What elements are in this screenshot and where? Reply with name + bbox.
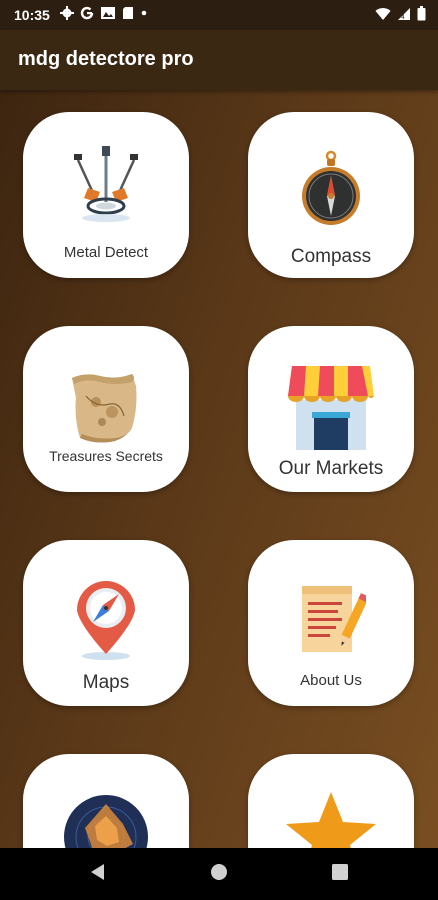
wifi-icon: [375, 7, 391, 26]
tile-about-us[interactable]: About Us: [248, 540, 414, 706]
tile-label: Maps: [82, 672, 130, 693]
tile-label: Our Markets: [278, 458, 384, 479]
google-icon: [80, 6, 94, 25]
gallery-icon: [100, 6, 116, 25]
tile-compass[interactable]: Compass: [248, 112, 414, 278]
status-icons: [59, 5, 148, 25]
status-time: 10:35: [14, 7, 50, 23]
notification-dot-icon: [140, 6, 148, 25]
system-navigation-bar: [0, 848, 438, 900]
tile-label: About Us: [300, 672, 362, 689]
status-bar: 10:35 4: [0, 0, 438, 30]
system-indicators: 4: [375, 6, 426, 26]
star-icon: [248, 790, 414, 848]
tile-label: Metal Detect: [63, 244, 149, 261]
recents-icon[interactable]: [330, 862, 350, 887]
home-icon[interactable]: [209, 862, 229, 887]
back-icon[interactable]: [88, 862, 108, 887]
map-pin-compass-icon: [23, 576, 189, 662]
tile-radar[interactable]: [23, 754, 189, 848]
battery-icon: [417, 6, 426, 26]
svg-text:4: 4: [401, 14, 405, 21]
tile-label: Compass: [290, 246, 372, 267]
tile-our-markets[interactable]: Our Markets: [248, 326, 414, 492]
tile-metal-detect[interactable]: Metal Detect: [23, 112, 189, 278]
settings-gear-icon: [59, 5, 74, 25]
document-pencil-icon: [248, 582, 414, 662]
tile-label: Treasures Secrets: [49, 448, 163, 464]
radar-scan-icon: [23, 794, 189, 848]
app-title: mdg detectore pro: [18, 48, 194, 70]
app-bar: mdg detectore pro: [0, 30, 438, 90]
treasure-map-scroll-icon: [23, 368, 189, 448]
sd-card-icon: [122, 6, 134, 25]
compass-icon: [248, 150, 414, 230]
feature-grid: Metal Detect Compass Treasures Secrets O…: [0, 90, 438, 848]
tile-maps[interactable]: Maps: [23, 540, 189, 706]
cellular-signal-icon: 4: [397, 7, 411, 26]
metal-detector-icon: [23, 140, 189, 230]
tile-treasures-secrets[interactable]: Treasures Secrets: [23, 326, 189, 492]
tile-rate[interactable]: [248, 754, 414, 848]
market-store-icon: [248, 360, 414, 452]
